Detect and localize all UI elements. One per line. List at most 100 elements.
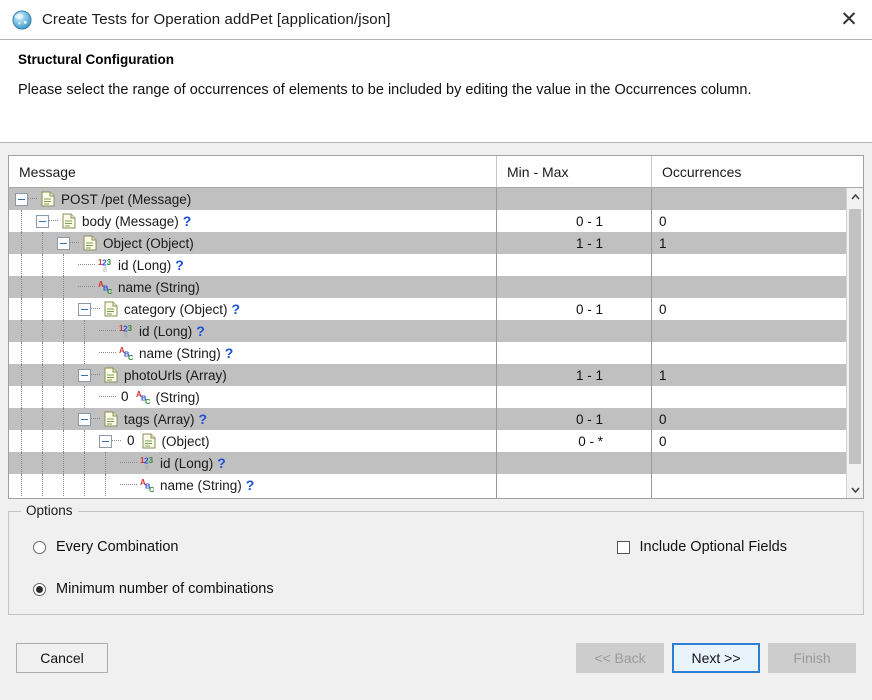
tree-guide-line [21,276,23,298]
cell-message[interactable]: A B C name (String)? [9,342,496,364]
cell-min-max[interactable]: 0 - 1 [496,298,651,320]
cell-occurrences[interactable]: 0 [651,210,846,232]
cell-message[interactable]: POST /pet (Message) [9,188,496,210]
cell-occurrences[interactable] [651,254,846,276]
cell-min-max[interactable] [496,276,651,298]
cell-min-max[interactable] [496,386,651,408]
table-row[interactable]: body (Message)? 0 - 10 [9,210,846,232]
cell-occurrences[interactable] [651,342,846,364]
table-row[interactable]: A B C name (String)? [9,474,846,496]
cell-message[interactable]: 1 2 3 8 id (Long)? [9,452,496,474]
cell-occurrences[interactable]: 0 [651,408,846,430]
cell-message[interactable]: A B C name (String)? [9,474,496,496]
tree-indent [9,254,78,276]
tree-collapse-toggle[interactable] [78,302,91,316]
node-label: name (String) [160,477,242,493]
cell-message[interactable]: category (Object)? [9,298,496,320]
table-row[interactable]: tags (Array)? 0 - 10 [9,408,846,430]
table-row[interactable]: 1 2 3 8 id (Long)? [9,254,846,276]
cell-occurrences[interactable] [651,320,846,342]
cell-min-max[interactable] [496,342,651,364]
optional-marker: ? [245,477,255,493]
svg-text:8: 8 [145,465,149,471]
include-optional-fields-group[interactable]: Include Optional Fields [616,539,787,555]
cell-occurrences[interactable] [651,474,846,496]
chevron-up-icon[interactable] [847,188,863,205]
radio-every-combination[interactable] [33,540,46,554]
cell-occurrences[interactable]: 1 [651,364,846,386]
table-row[interactable]: 0 A B C (String) [9,386,846,408]
next-button[interactable]: Next >> [672,642,760,673]
table-row[interactable]: POST /pet (Message) [9,188,846,210]
tree-collapse-toggle[interactable] [78,412,91,426]
svg-text:8: 8 [124,333,128,339]
tree-guide-line [21,386,23,408]
option-every-combination-row[interactable]: Every Combination Include Optional Field… [9,530,863,564]
cell-message[interactable]: 0 A B C (String) [9,386,496,408]
cell-occurrences[interactable] [651,276,846,298]
cell-min-max[interactable]: 1 - 1 [496,232,651,254]
cell-message[interactable]: 0 (Object) [9,430,496,452]
document-icon [142,433,157,449]
table-row[interactable]: 1 2 3 8 id (Long)? [9,320,846,342]
cell-min-max[interactable] [496,254,651,276]
vertical-scrollbar[interactable] [846,188,863,498]
tree-guide-line [42,386,44,408]
cell-min-max[interactable] [496,188,651,210]
cell-message[interactable]: 1 2 3 8 id (Long)? [9,320,496,342]
cell-min-max[interactable]: 0 - * [496,430,651,452]
table-row[interactable]: photoUrls (Array) 1 - 11 [9,364,846,386]
cell-message[interactable]: photoUrls (Array) [9,364,496,386]
cell-min-max[interactable]: 0 - 1 [496,408,651,430]
cancel-button[interactable]: Cancel [16,642,108,673]
optional-marker: ? [198,411,208,427]
tree-collapse-toggle[interactable] [15,192,28,206]
cell-occurrences[interactable] [651,386,846,408]
column-header-occurrences[interactable]: Occurrences [651,156,863,187]
node-label: body (Message) [82,213,179,229]
tree-guide-line [63,430,65,452]
cell-message[interactable]: Object (Object) [9,232,496,254]
table-row[interactable]: category (Object)? 0 - 10 [9,298,846,320]
chevron-down-icon[interactable] [847,481,863,498]
cell-occurrences[interactable] [651,188,846,210]
cell-occurrences[interactable]: 1 [651,232,846,254]
cell-occurrences[interactable] [651,452,846,474]
table-row[interactable]: 0 (Object) 0 - * 0 [9,430,846,452]
column-header-message[interactable]: Message [9,156,496,187]
tree-connector [78,264,95,266]
tree-connector [49,220,58,222]
radio-minimum-combinations[interactable] [33,582,46,596]
tree-indent [9,298,78,320]
tree-collapse-toggle[interactable] [36,214,49,228]
cell-min-max[interactable] [496,452,651,474]
table-row[interactable]: Object (Object) 1 - 11 [9,232,846,254]
cell-occurrences[interactable]: 0 [651,298,846,320]
cell-message[interactable]: A B C name (String) [9,276,496,298]
scrollbar-thumb[interactable] [849,209,861,464]
scrollbar-track[interactable] [847,205,863,481]
cell-message[interactable]: 1 2 3 8 id (Long)? [9,254,496,276]
tree-indent [9,386,99,408]
table-row[interactable]: 1 2 3 8 id (Long)? [9,452,846,474]
node-label: photoUrls (Array) [124,367,227,383]
cell-message[interactable]: tags (Array)? [9,408,496,430]
option-minimum-combinations-row[interactable]: Minimum number of combinations [9,572,863,606]
table-row[interactable]: A B C name (String) [9,276,846,298]
cell-min-max[interactable]: 0 - 1 [496,210,651,232]
cell-min-max[interactable] [496,320,651,342]
cell-min-max[interactable]: 1 - 1 [496,364,651,386]
node-label: id (Long) [160,455,214,471]
tree-guide-line [42,430,44,452]
cell-message[interactable]: body (Message)? [9,210,496,232]
node-label: id (Long) [118,257,172,273]
cell-min-max[interactable] [496,474,651,496]
tree-collapse-toggle[interactable] [99,434,112,448]
column-header-min-max[interactable]: Min - Max [496,156,651,187]
tree-collapse-toggle[interactable] [57,236,70,250]
tree-collapse-toggle[interactable] [78,368,91,382]
close-icon[interactable]: ✕ [826,0,872,39]
checkbox-include-optional-fields[interactable] [616,540,630,554]
cell-occurrences[interactable]: 0 [651,430,846,452]
table-row[interactable]: A B C name (String)? [9,342,846,364]
